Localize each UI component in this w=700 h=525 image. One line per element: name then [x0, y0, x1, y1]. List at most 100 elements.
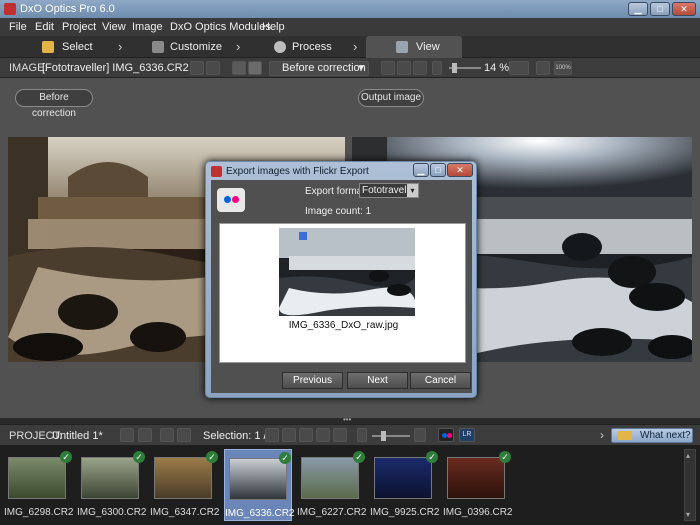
menu-edit[interactable]: Edit: [35, 21, 54, 33]
project-settings-button[interactable]: [138, 428, 152, 442]
thumbnail-item[interactable]: ✓ IMG_6227.CR2: [297, 449, 366, 521]
single-view-button[interactable]: [232, 61, 246, 75]
what-next-button[interactable]: What next?: [611, 428, 693, 443]
dialog-title: Export images with Flickr Export: [226, 166, 369, 177]
gear-icon: [274, 41, 286, 53]
preview-thumbnail[interactable]: [279, 228, 415, 316]
folder-icon: [42, 41, 54, 53]
crosshair-icon[interactable]: [536, 61, 550, 75]
pointer-tool-icon[interactable]: [381, 61, 395, 75]
output-image-label: Output image: [358, 89, 424, 107]
zoom-100-button[interactable]: 100%: [554, 61, 572, 75]
menu-project[interactable]: Project: [62, 21, 96, 33]
thumbnail-item[interactable]: ✓ IMG_0396.CR2: [443, 449, 513, 521]
step-customize[interactable]: Customize: [150, 36, 230, 58]
menu-bar: File Edit Project View Image DxO Optics …: [0, 18, 700, 36]
thumbnail-caption: IMG_9925.CR2: [370, 507, 440, 518]
pin-button[interactable]: [177, 428, 191, 442]
preview-filename: IMG_6336_DxO_raw.jpg: [288, 320, 399, 331]
scroll-up-icon[interactable]: ▴: [686, 451, 690, 460]
thumbnail-image: [154, 457, 212, 499]
thumbnail-item[interactable]: ✓ IMG_6347.CR2: [150, 449, 220, 521]
processed-check-icon: ✓: [60, 451, 72, 463]
step-select[interactable]: Select: [38, 36, 118, 58]
export-format-label: Export format: [305, 186, 366, 197]
title-bar: DxO Optics Pro 6.0 ▁ □ ✕: [0, 0, 700, 18]
image-count: Image count: 1: [305, 206, 372, 217]
zoom-out-icon[interactable]: [432, 61, 442, 75]
processed-check-icon: ✓: [499, 451, 511, 463]
zoom-value: 14 %: [484, 62, 510, 74]
export-format-select[interactable]: Fototraveller ▾: [359, 183, 419, 198]
previous-button[interactable]: Previous: [282, 372, 343, 389]
cancel-button[interactable]: Cancel: [410, 372, 471, 389]
chevron-right-icon: ›: [353, 39, 358, 54]
filmstrip: ✓ IMG_6298.CR2 ✓ IMG_6300.CR2 ✓ IMG_6347…: [0, 445, 700, 525]
processed-check-icon: ✓: [279, 452, 291, 464]
thumbnail-size-slider[interactable]: [372, 435, 410, 437]
dialog-close-button[interactable]: ✕: [447, 163, 473, 177]
workflow-steps: Select › Customize › Process › View: [0, 36, 700, 58]
zoom-slider-thumb[interactable]: [452, 63, 457, 73]
scroll-down-icon[interactable]: ▾: [686, 510, 690, 519]
thumbnail-caption: IMG_0396.CR2: [443, 507, 513, 518]
app-icon: [4, 3, 16, 15]
step-process[interactable]: Process: [272, 36, 348, 58]
flickr-logo-icon: [217, 188, 245, 212]
menu-view[interactable]: View: [102, 21, 126, 33]
step-customize-label: Customize: [170, 41, 222, 53]
filter-button[interactable]: [160, 428, 174, 442]
split-view-button[interactable]: [248, 61, 262, 75]
processed-check-icon: ✓: [133, 451, 145, 463]
project-open-button[interactable]: [120, 428, 134, 442]
dialog-maximize-button[interactable]: □: [430, 163, 446, 177]
menu-help[interactable]: Help: [262, 21, 285, 33]
folder-icon: [618, 431, 632, 440]
lightroom-export-icon[interactable]: LR: [459, 428, 475, 442]
thumbnail-item[interactable]: ✓ IMG_9925.CR2: [370, 449, 440, 521]
thumbnail-item[interactable]: ✓ IMG_6300.CR2: [77, 449, 147, 521]
thumbnail-item-selected[interactable]: ✓ IMG_6336.CR2: [224, 449, 295, 521]
chevron-right-icon: ›: [118, 39, 123, 54]
view-icon: [396, 41, 408, 53]
what-next-label: What next?: [640, 430, 691, 441]
prev-image-button[interactable]: [190, 61, 204, 75]
image-action-button[interactable]: [265, 428, 279, 442]
menu-dxo-optics-modules[interactable]: DxO Optics Modules: [170, 21, 271, 33]
menu-file[interactable]: File: [9, 21, 27, 33]
thumb-size-small-icon[interactable]: [357, 428, 367, 442]
copy-settings-button[interactable]: [316, 428, 330, 442]
rotate-right-icon[interactable]: [299, 428, 313, 442]
zoom-tool-icon[interactable]: [413, 61, 427, 75]
project-name: Untitled 1*: [52, 430, 103, 442]
thumbnail-image: [301, 457, 359, 499]
hand-tool-icon[interactable]: [397, 61, 411, 75]
filmstrip-scrollbar[interactable]: ▴ ▾: [684, 449, 696, 521]
sliders-icon: [152, 41, 164, 53]
splitter-handle[interactable]: •••: [343, 416, 359, 424]
thumbnail-caption: IMG_6300.CR2: [77, 507, 147, 518]
delete-icon[interactable]: [333, 428, 347, 442]
thumbnail-caption: IMG_6347.CR2: [150, 507, 220, 518]
thumbnail-image: [81, 457, 139, 499]
step-view-label: View: [416, 41, 440, 53]
image-name: [Fototraveller] IMG_6336.CR2: [42, 62, 189, 74]
thumbnail-caption: IMG_6336.CR2: [225, 508, 295, 519]
rotate-left-icon[interactable]: [282, 428, 296, 442]
zoom-options-button[interactable]: [509, 61, 529, 75]
thumbnail-size-thumb[interactable]: [381, 431, 386, 441]
menu-image[interactable]: Image: [132, 21, 163, 33]
flickr-export-icon[interactable]: [438, 428, 454, 442]
close-button[interactable]: ✕: [672, 2, 696, 16]
maximize-button[interactable]: □: [650, 2, 670, 16]
next-button[interactable]: Next: [347, 372, 408, 389]
view-mode-value: Before correction: [282, 62, 366, 74]
view-mode-select[interactable]: Before correction ▾: [269, 61, 369, 76]
dialog-minimize-button[interactable]: ▁: [413, 163, 429, 177]
next-image-button[interactable]: [206, 61, 220, 75]
thumbnail-item[interactable]: ✓ IMG_6298.CR2: [4, 449, 73, 521]
step-view[interactable]: View: [366, 36, 462, 58]
thumb-size-large-icon[interactable]: [414, 428, 426, 442]
minimize-button[interactable]: ▁: [628, 2, 648, 16]
thumbnail-image: [447, 457, 505, 499]
